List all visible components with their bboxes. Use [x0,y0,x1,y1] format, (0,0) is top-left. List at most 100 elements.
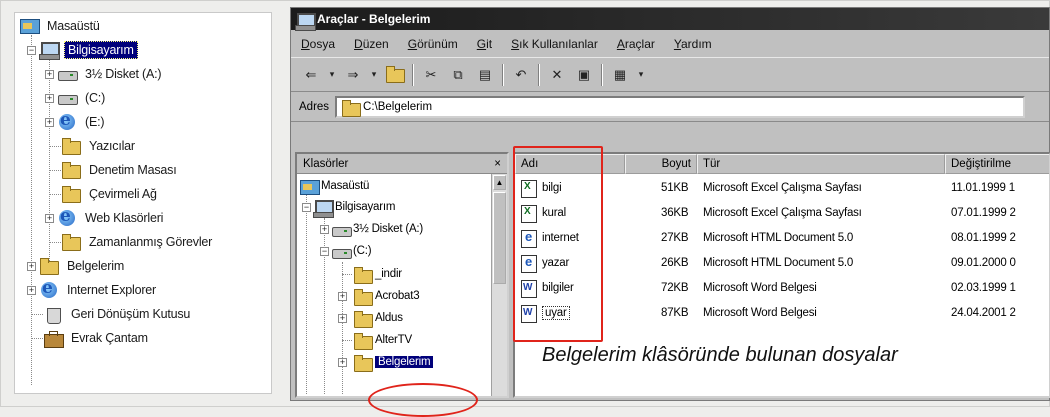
tree-item-internet-explorer[interactable]: Internet Explorer [39,278,159,301]
dropdown-arrow-icon[interactable]: ▾ [328,65,336,85]
menu-favorites[interactable]: Sık Kullanılanlar [511,37,598,51]
tree-item-label: 3½ Disket (A:) [85,67,162,81]
folder-icon [353,288,373,306]
desktop-icon [299,178,320,195]
vertical-scrollbar[interactable]: ▲ [491,174,507,396]
tree-item-recycle-bin[interactable]: Geri Dönüşüm Kutusu [43,303,193,325]
up-folder-icon[interactable] [385,65,405,85]
hard-drive-icon [331,243,352,260]
menu-file[interactable]: Dosya [301,37,335,51]
expand-toggle[interactable]: + [27,286,36,295]
expand-toggle[interactable]: + [45,214,54,223]
menu-help[interactable]: Yardım [674,37,712,51]
folder-icon [353,332,373,350]
highlight-box-file-names [513,146,603,342]
tree-item-floppy[interactable]: 3½ Disket (A:) [57,63,164,85]
toolbar: ⇐ ▾ ⇒ ▾ ✂ ⧉ ▤ ↶ ✕ ▣ ▦ ▾ [291,58,1049,92]
folder-node-my-computer[interactable]: Bilgisayarım [313,197,396,218]
column-header-modified[interactable]: Değiştirilme [945,154,1049,174]
tree-item-printers[interactable]: Yazıcılar [61,135,138,157]
views-icon[interactable]: ▦ [610,65,630,85]
tree-item-label: Çevirmeli Ağ [89,187,157,201]
tree-item-my-computer[interactable]: Bilgisayarım [39,39,138,61]
expand-toggle[interactable]: + [45,94,54,103]
tree-item-my-documents[interactable]: Belgelerim [39,255,127,277]
collapse-toggle[interactable]: − [320,247,329,256]
tree-item-drive-e[interactable]: (E:) [57,110,107,133]
folders-pane[interactable]: Klasörler × ▲ Masaüstü − Bilgisayarım + … [295,152,509,398]
column-header-label: Değiştirilme [951,158,1012,170]
close-icon[interactable]: × [494,158,501,170]
menu-tools[interactable]: Araçlar [617,37,655,51]
folder-node-belgelerim[interactable]: Belgelerim [353,352,434,372]
folder-node-label: Acrobat3 [375,290,420,302]
file-size: 72KB [661,282,689,294]
column-header-size[interactable]: Boyut [625,154,697,174]
folder-node-aldus[interactable]: Aldus [353,308,403,328]
toolbar-separator [412,63,414,86]
menu-go[interactable]: Git [477,37,492,51]
forward-icon[interactable]: ⇒ [343,65,363,85]
tree-item-label: Yazıcılar [89,139,135,153]
expand-toggle[interactable]: + [338,358,347,367]
tree-line [49,146,61,147]
column-header-type[interactable]: Tür [697,154,945,174]
undo-icon[interactable]: ↶ [511,65,531,85]
address-input[interactable]: C:\Belgelerim [335,95,1026,118]
expand-toggle[interactable]: + [45,118,54,127]
tree-item-label: Belgelerim [67,259,125,273]
folder-node-altertv[interactable]: AlterTV [353,330,412,350]
file-type: Microsoft Word Belgesi [703,282,817,294]
tree-item-desktop[interactable]: Masaüstü [19,15,103,37]
window-icon [295,12,316,31]
tree-line [49,59,50,271]
delete-icon[interactable]: ✕ [547,65,567,85]
dropdown-arrow-icon[interactable]: ▾ [370,65,378,85]
tree-item-label: Zamanlanmış Görevler [89,235,213,249]
menu-bar: Dosya Düzen Görünüm Git Sık Kullanılanla… [291,30,1049,58]
tree-item-control-panel[interactable]: Denetim Masası [61,159,180,181]
tree-item-label: Internet Explorer [67,283,157,297]
expand-toggle[interactable]: + [45,70,54,79]
menu-edit[interactable]: Düzen [354,37,389,51]
dropdown-arrow-icon[interactable]: ▾ [637,65,645,85]
folder-node-floppy[interactable]: 3½ Disket (A:) [331,219,423,239]
file-type: Microsoft HTML Document 5.0 [703,232,854,244]
file-modified: 11.01.1999 1 [951,182,1015,194]
folder-node-desktop[interactable]: Masaüstü [299,176,369,196]
menu-view[interactable]: Görünüm [408,37,458,51]
paste-icon[interactable]: ▤ [475,65,495,85]
folder-node-drive-c[interactable]: (C:) [331,241,372,261]
window-titlebar[interactable]: Araçlar - Belgelerim [291,8,1049,31]
left-folder-tree[interactable]: Masaüstü − Bilgisayarım + 3½ Disket (A:)… [14,12,272,394]
folder-node-label: Aldus [375,312,403,324]
collapse-toggle[interactable]: − [27,46,36,55]
copy-icon[interactable]: ⧉ [448,65,468,85]
highlight-oval-belgelerim [368,383,478,417]
internet-explorer-icon [39,278,59,299]
tree-item-scheduled-tasks[interactable]: Zamanlanmış Görevler [61,231,215,253]
tree-item-web-folders[interactable]: Web Klasörleri [57,206,166,229]
folder-node-indir[interactable]: _indir [353,264,402,284]
back-icon[interactable]: ⇐ [301,65,321,85]
expand-toggle[interactable]: + [338,292,347,301]
file-size: 26KB [661,257,689,269]
tree-item-drive-c[interactable]: (C:) [57,87,108,109]
cut-icon[interactable]: ✂ [421,65,441,85]
expand-toggle[interactable]: + [338,314,347,323]
scroll-up-icon[interactable]: ▲ [493,175,506,190]
printers-folder-icon [61,137,81,155]
tree-item-dial-up[interactable]: Çevirmeli Ağ [61,183,160,205]
expand-toggle[interactable]: + [27,262,36,271]
tree-item-briefcase[interactable]: Evrak Çantam [43,327,151,349]
expand-toggle[interactable]: + [320,225,329,234]
scheduled-tasks-folder-icon [61,233,81,251]
cd-drive-icon [57,110,77,131]
file-modified: 09.01.2000 0 [951,257,1016,269]
scroll-thumb[interactable] [493,192,506,284]
properties-icon[interactable]: ▣ [574,65,594,85]
file-type: Microsoft Excel Çalışma Sayfası [703,182,862,194]
folder-node-label: Bilgisayarım [335,201,396,213]
collapse-toggle[interactable]: − [302,203,311,212]
folder-node-acrobat3[interactable]: Acrobat3 [353,286,420,306]
